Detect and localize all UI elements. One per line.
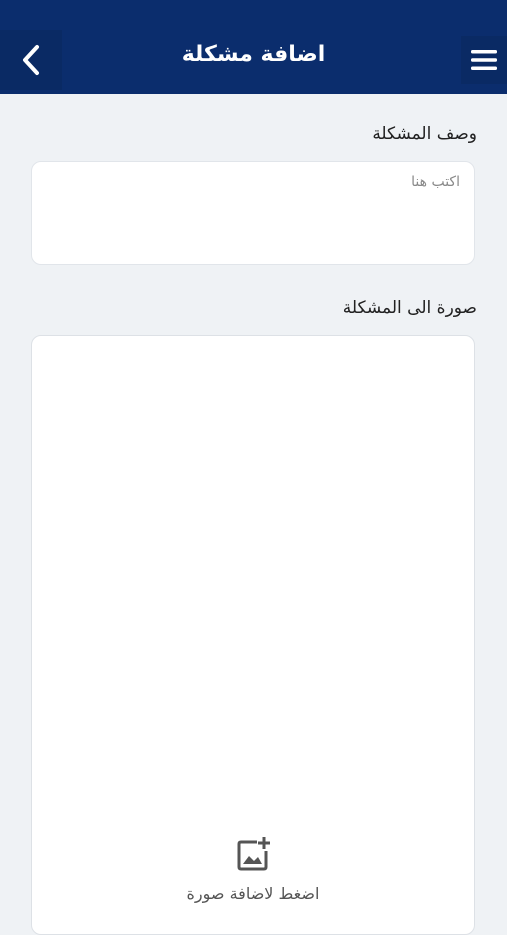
image-upload-area[interactable]: اضغط لاضافة صورة (31, 335, 475, 935)
page-title: اضافة مشكلة (181, 42, 326, 67)
description-input[interactable] (31, 161, 475, 265)
hamburger-menu-icon (471, 50, 497, 70)
image-label: صورة الى المشكلة (342, 298, 477, 318)
add-photo-icon (237, 837, 270, 871)
app-header: اضافة مشكلة (0, 0, 507, 94)
description-label: وصف المشكلة (372, 124, 477, 144)
menu-button[interactable] (461, 36, 507, 84)
add-image-prompt: اضغط لاضافة صورة (186, 884, 320, 903)
